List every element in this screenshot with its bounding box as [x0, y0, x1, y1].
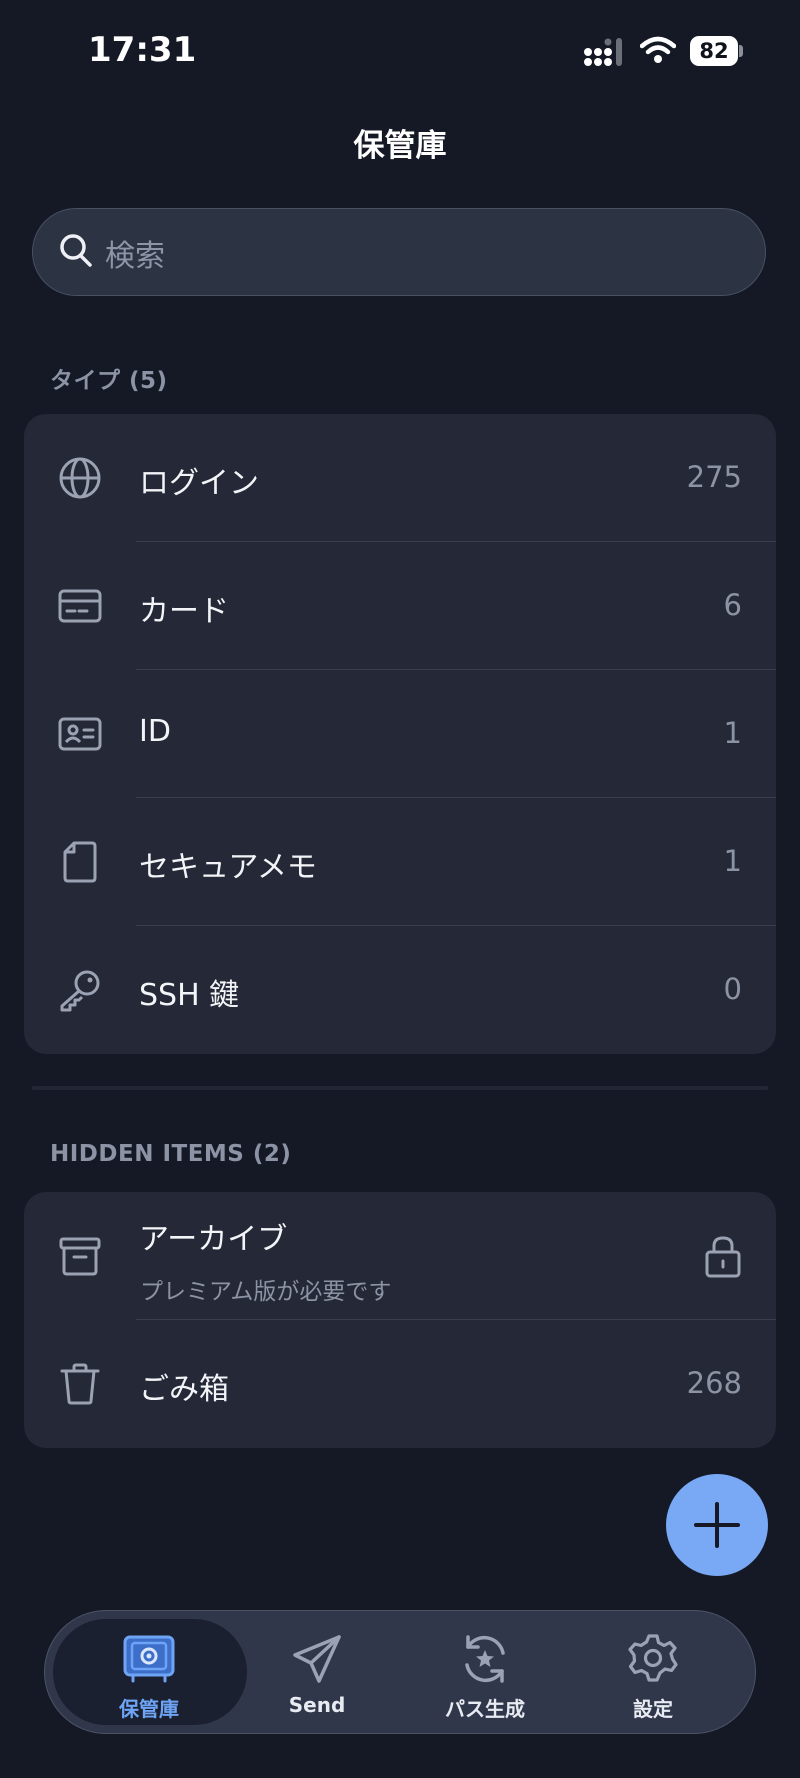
hidden-item-trash[interactable]: ごみ箱 268 — [24, 1320, 776, 1448]
tab-settings[interactable]: 設定 — [569, 1611, 737, 1735]
types-section-header: タイプ (5) — [50, 368, 168, 394]
row-count: 1 — [723, 716, 742, 750]
tab-label: 保管庫 — [119, 1697, 179, 1721]
settings-gear-icon — [628, 1634, 678, 1682]
note-icon — [63, 841, 97, 883]
cellular-signal-icon — [584, 38, 622, 66]
tab-label: Send — [288, 1693, 346, 1717]
add-item-button[interactable] — [666, 1474, 768, 1576]
row-count: 1 — [723, 844, 742, 878]
row-count: 268 — [686, 1366, 742, 1400]
lock-icon — [705, 1236, 741, 1278]
search-icon — [60, 234, 92, 267]
vault-icon — [123, 1635, 175, 1683]
vault-type-ssh-key[interactable]: SSH 鍵 0 — [24, 926, 776, 1054]
wifi-icon — [640, 36, 676, 63]
plus-icon — [694, 1502, 740, 1548]
row-label: セキュアメモ — [139, 850, 317, 885]
search-placeholder: 検索 — [105, 239, 165, 274]
battery-tip — [739, 45, 743, 57]
row-count: 0 — [723, 972, 742, 1006]
status-time: 17:31 — [88, 30, 197, 70]
battery-level: 82 — [690, 36, 738, 66]
search-input[interactable]: 検索 — [32, 208, 766, 296]
row-label: ごみ箱 — [139, 1372, 229, 1407]
battery-indicator: 82 — [690, 36, 744, 66]
row-count: 6 — [723, 588, 742, 622]
status-bar: 17:31 82 — [0, 0, 800, 100]
globe-icon — [59, 457, 101, 499]
row-label: ID — [139, 714, 171, 749]
key-icon — [60, 970, 100, 1012]
tab-generator[interactable]: パス生成 — [401, 1611, 569, 1735]
tab-bar: 保管庫 Send パス生成 設定 — [44, 1610, 756, 1734]
credit-card-icon — [58, 589, 102, 623]
hidden-item-archive[interactable]: アーカイブ プレミアム版が必要です — [24, 1192, 776, 1320]
send-icon — [293, 1635, 341, 1683]
row-label: ログイン — [139, 466, 259, 501]
hidden-items-card: アーカイブ プレミアム版が必要です ごみ箱 268 — [24, 1192, 776, 1448]
row-count: 275 — [686, 460, 742, 494]
trash-icon — [60, 1363, 100, 1405]
tab-label: パス生成 — [445, 1697, 525, 1721]
vault-type-secure-note[interactable]: セキュアメモ 1 — [24, 798, 776, 926]
generator-icon — [465, 1635, 505, 1683]
vault-type-identity[interactable]: ID 1 — [24, 670, 776, 798]
archive-icon — [59, 1237, 101, 1276]
hidden-items-section-header: HIDDEN ITEMS (2) — [50, 1141, 292, 1167]
row-label: アーカイブ — [139, 1222, 288, 1257]
row-label: カード — [139, 594, 229, 629]
row-label: SSH 鍵 — [139, 978, 240, 1013]
vault-type-card[interactable]: カード 6 — [24, 542, 776, 670]
tab-vault[interactable]: 保管庫 — [65, 1611, 233, 1735]
tab-send[interactable]: Send — [233, 1611, 401, 1735]
types-card: ログイン 275 カード 6 ID 1 セキュアメモ 1 SSH 鍵 0 — [24, 414, 776, 1054]
row-subtitle: プレミアム版が必要です — [140, 1279, 392, 1305]
page-title: 保管庫 — [353, 128, 447, 164]
section-separator — [32, 1086, 768, 1090]
tab-label: 設定 — [633, 1697, 673, 1721]
vault-type-login[interactable]: ログイン 275 — [24, 414, 776, 542]
id-card-icon — [58, 717, 102, 751]
